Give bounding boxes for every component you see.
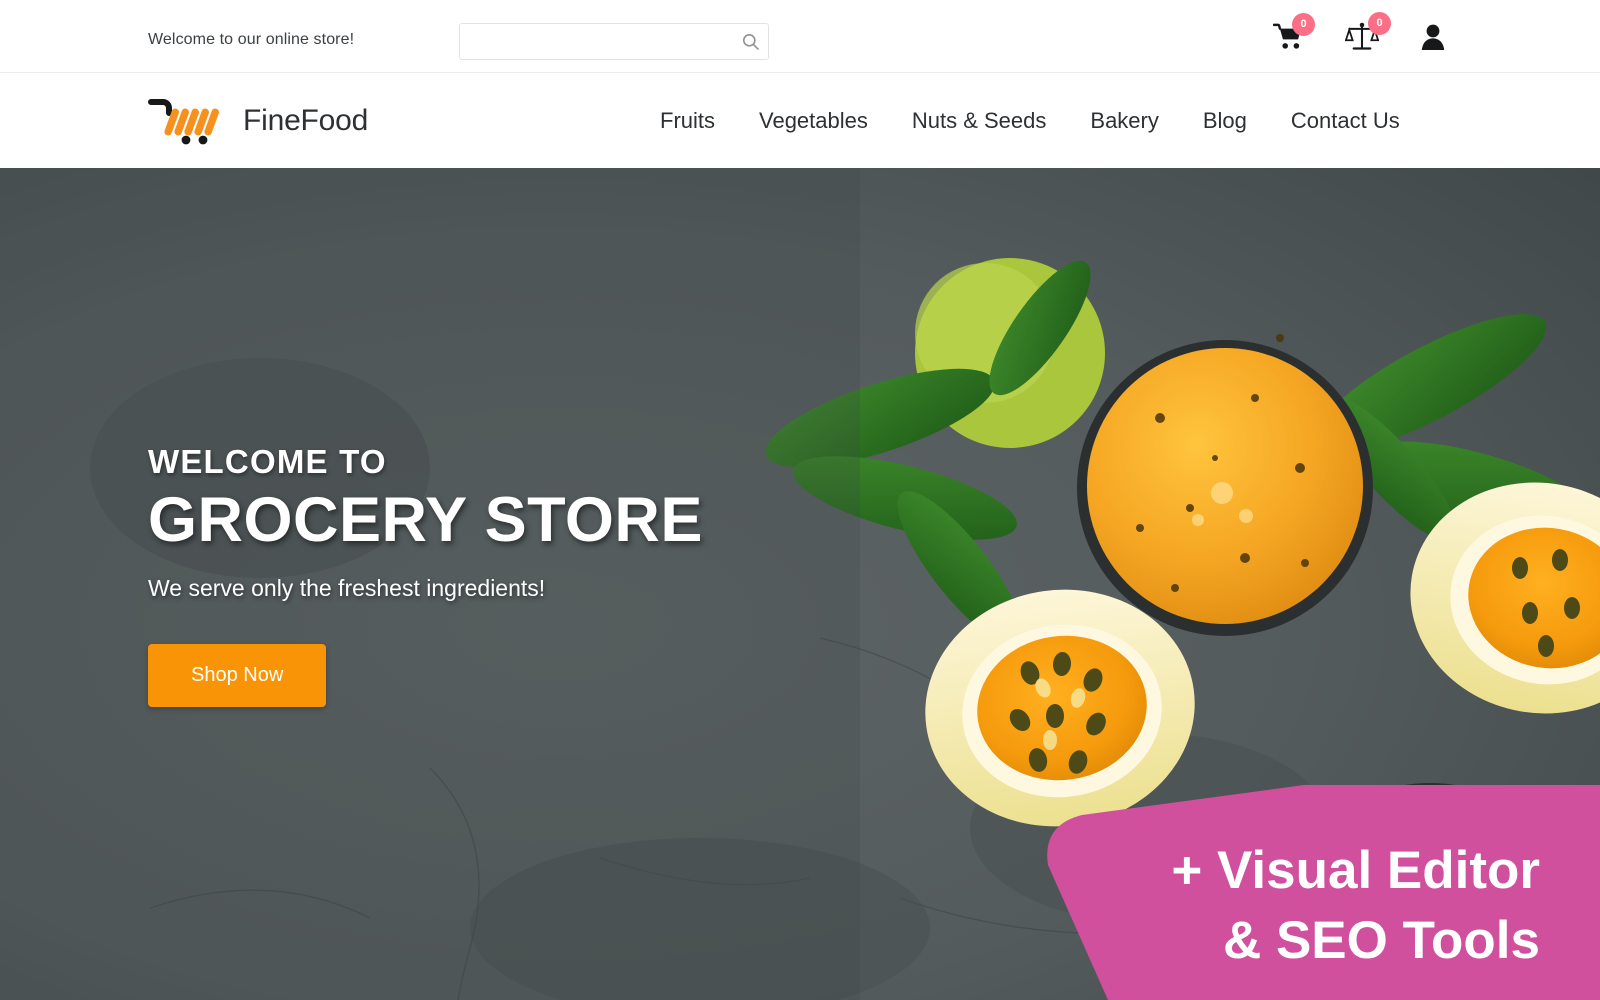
cart-count-badge: 0	[1292, 12, 1315, 36]
search-button[interactable]	[732, 24, 768, 59]
search-input[interactable]	[460, 24, 732, 59]
hero-subtitle: We serve only the freshest ingredients!	[148, 575, 546, 602]
user-account-icon	[1421, 24, 1445, 50]
hero-slider: WELCOME TO GROCERY STORE We serve only t…	[0, 168, 1600, 1000]
cart-button[interactable]: 0	[1272, 12, 1315, 51]
primary-navigation: Fruits Vegetables Nuts & Seeds Bakery Bl…	[660, 108, 1400, 134]
nav-item-fruits[interactable]: Fruits	[660, 108, 715, 134]
top-utility-bar: Welcome to our online store! 0 0	[0, 0, 1600, 73]
top-icon-group: 0 0	[1272, 0, 1445, 73]
hero-title: GROCERY STORE	[148, 485, 703, 555]
search-box[interactable]	[459, 23, 769, 60]
site-logo[interactable]: FineFood	[148, 97, 368, 145]
shop-now-button[interactable]: Shop Now	[148, 644, 327, 708]
hero-copy-block: WELCOME TO GROCERY STORE We serve only t…	[148, 443, 703, 708]
search-icon	[742, 33, 759, 50]
compare-count-badge: 0	[1368, 11, 1391, 35]
nav-item-vegetables[interactable]: Vegetables	[759, 108, 868, 134]
account-button[interactable]	[1421, 23, 1445, 51]
main-header: FineFood Fruits Vegetables Nuts & Seeds …	[0, 73, 1600, 168]
hero-eyebrow: WELCOME TO	[148, 443, 387, 480]
nav-item-nuts-seeds[interactable]: Nuts & Seeds	[912, 108, 1047, 134]
compare-button[interactable]: 0	[1344, 11, 1391, 52]
welcome-message: Welcome to our online store!	[148, 31, 355, 48]
nav-item-blog[interactable]: Blog	[1203, 108, 1247, 134]
shopping-cart-logo-icon	[148, 98, 219, 144]
nav-item-contact-us[interactable]: Contact Us	[1291, 108, 1400, 134]
logo-text: FineFood	[243, 103, 369, 137]
nav-item-bakery[interactable]: Bakery	[1090, 108, 1158, 134]
